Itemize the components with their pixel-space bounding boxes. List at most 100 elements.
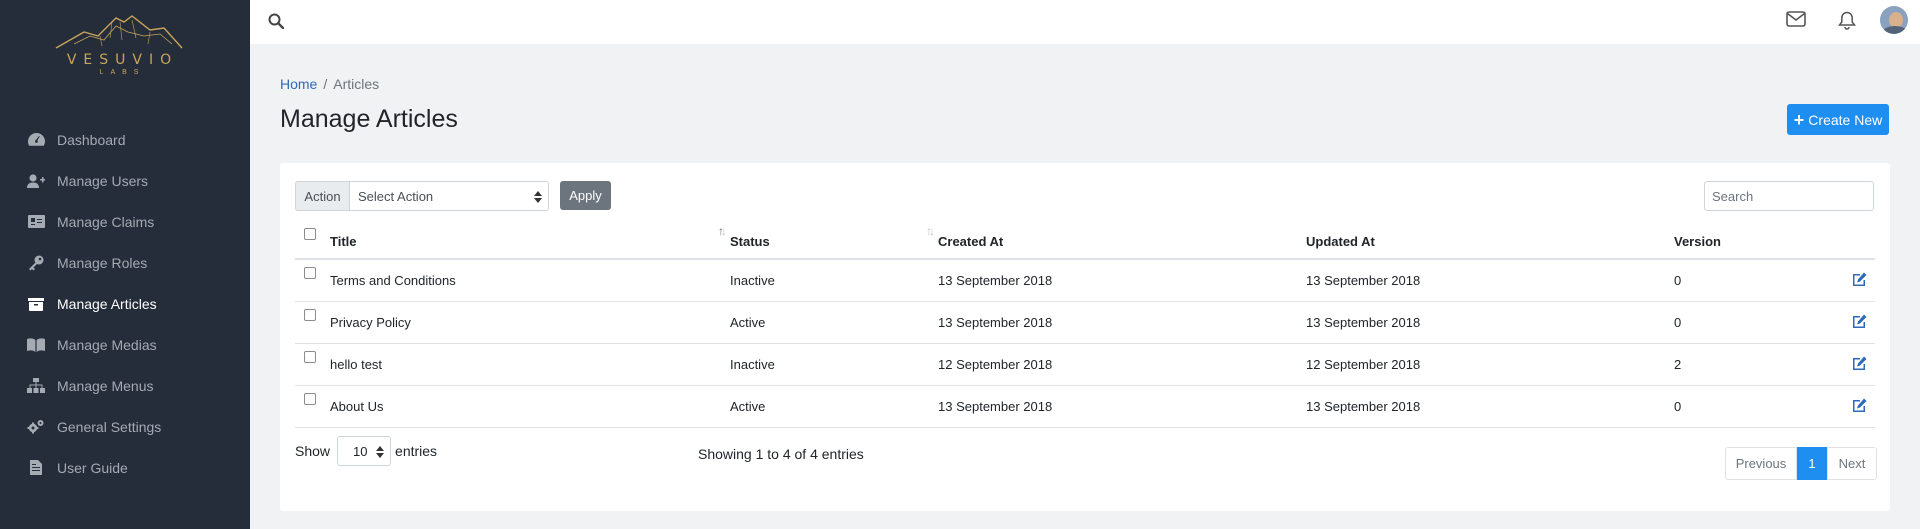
sidebar-item-label: General Settings — [57, 418, 162, 435]
cell-version: 2 — [1674, 343, 1834, 386]
sidebar-item-claims[interactable]: Manage Claims — [0, 201, 250, 242]
edit-icon[interactable] — [1852, 398, 1867, 415]
entries-label: entries — [395, 443, 438, 459]
action-label: Action — [295, 181, 349, 211]
sidebar-item-label: Manage Medias — [57, 336, 157, 353]
cell-version: 0 — [1674, 259, 1834, 302]
articles-table: Title ↑↓ Status ↑↓ Created At Updated At V… — [295, 217, 1875, 428]
action-select[interactable]: Select Action — [349, 181, 549, 211]
sidebar-item-label: Manage Claims — [57, 213, 155, 230]
create-new-button[interactable]: + Create New — [1787, 104, 1889, 135]
user-plus-icon — [27, 173, 45, 189]
sidebar-item-guide[interactable]: User Guide — [0, 447, 250, 488]
row-checkbox[interactable] — [304, 392, 316, 405]
sidebar-item-label: Dashboard — [57, 131, 126, 148]
select-arrows-icon — [534, 191, 542, 203]
table-row: Privacy Policy Active 13 September 2018 … — [295, 301, 1875, 344]
row-checkbox[interactable] — [304, 266, 316, 279]
bulk-action-group: Action Select Action — [295, 181, 549, 211]
page-length-control: Show 10 entries — [295, 436, 437, 466]
cell-version: 0 — [1674, 301, 1834, 344]
column-header-version[interactable]: Version — [1674, 217, 1834, 260]
sidebar-item-dashboard[interactable]: Dashboard — [0, 119, 250, 160]
cell-updated: 12 September 2018 — [1306, 343, 1674, 386]
row-checkbox[interactable] — [304, 308, 316, 321]
breadcrumb-separator: / — [323, 76, 328, 92]
sidebar-item-articles[interactable]: Manage Articles — [0, 283, 250, 324]
sidebar-item-users[interactable]: Manage Users — [0, 160, 250, 201]
breadcrumb-current: Articles — [333, 76, 380, 92]
select-all-header — [295, 217, 330, 260]
sidebar-nav: Dashboard Manage Users Manage Claims Man… — [0, 119, 250, 488]
column-header-actions — [1834, 217, 1875, 260]
pagination-next[interactable]: Next — [1827, 447, 1877, 480]
action-select-value: Select Action — [358, 188, 434, 204]
breadcrumb: Home / Articles — [280, 76, 379, 92]
edit-icon[interactable] — [1852, 272, 1867, 289]
sidebar-item-roles[interactable]: Manage Roles — [0, 242, 250, 283]
column-header-status[interactable]: Status ↑↓ — [730, 217, 938, 260]
cogs-icon — [27, 419, 45, 435]
table-info: Showing 1 to 4 of 4 entries — [698, 446, 864, 462]
cell-updated: 13 September 2018 — [1306, 301, 1674, 344]
key-icon — [27, 255, 45, 271]
page-length-value: 10 — [353, 443, 368, 459]
column-header-title[interactable]: Title ↑↓ — [330, 217, 730, 260]
cell-title: Terms and Conditions — [330, 259, 730, 302]
sidebar-item-settings[interactable]: General Settings — [0, 406, 250, 447]
page-title: Manage Articles — [280, 105, 458, 133]
cell-updated: 13 September 2018 — [1306, 259, 1674, 302]
cell-created: 12 September 2018 — [938, 343, 1306, 386]
search-input[interactable] — [1704, 181, 1874, 211]
book-icon — [27, 337, 45, 353]
table-row: hello test Inactive 12 September 2018 12… — [295, 343, 1875, 386]
sort-asc-icon: ↑↓ — [718, 224, 727, 238]
edit-icon[interactable] — [1852, 356, 1867, 373]
table-header-row: Title ↑↓ Status ↑↓ Created At Updated At V… — [295, 217, 1875, 260]
sidebar-item-menus[interactable]: Manage Menus — [0, 365, 250, 406]
cell-status: Active — [730, 385, 938, 428]
edit-icon[interactable] — [1852, 314, 1867, 331]
sidebar-item-label: Manage Articles — [57, 295, 157, 312]
cell-created: 13 September 2018 — [938, 259, 1306, 302]
cell-status: Active — [730, 301, 938, 344]
archive-icon — [27, 296, 45, 312]
cell-updated: 13 September 2018 — [1306, 385, 1674, 428]
sidebar-item-label: Manage Users — [57, 172, 149, 189]
avatar[interactable] — [1880, 6, 1908, 34]
mail-icon[interactable] — [1786, 11, 1806, 30]
pagination-previous[interactable]: Previous — [1725, 447, 1797, 480]
sidebar-item-label: Manage Roles — [57, 254, 148, 271]
cell-version: 0 — [1674, 385, 1834, 428]
table-row: About Us Active 13 September 2018 13 Sep… — [295, 385, 1875, 428]
column-header-updated[interactable]: Updated At — [1306, 217, 1674, 260]
column-header-created[interactable]: Created At — [938, 217, 1306, 260]
select-all-checkbox[interactable] — [304, 228, 316, 240]
table-row: Terms and Conditions Inactive 13 Septemb… — [295, 259, 1875, 302]
plus-icon: + — [1793, 109, 1805, 130]
show-label: Show — [295, 443, 331, 459]
dashboard-icon — [27, 132, 45, 148]
articles-card: Action Select Action Apply Title↑↓ Statu… — [280, 163, 1890, 511]
sidebar-item-label: User Guide — [57, 459, 128, 476]
create-new-label: Create New — [1808, 111, 1883, 128]
sidebar: VESUVIO LABS Dashboard Manage Users Mana… — [0, 0, 250, 529]
pagination-page-1[interactable]: 1 — [1797, 447, 1827, 480]
brand-sub: LABS — [99, 69, 146, 76]
cell-status: Inactive — [730, 343, 938, 386]
page-length-select[interactable]: 10 — [337, 436, 392, 466]
search-icon[interactable] — [268, 13, 285, 32]
id-card-icon — [27, 214, 45, 230]
row-checkbox[interactable] — [304, 350, 316, 363]
sitemap-icon — [27, 378, 45, 394]
cell-title: hello test — [330, 343, 730, 386]
select-arrows-icon — [376, 446, 385, 458]
brand-logo[interactable]: VESUVIO LABS — [46, 14, 192, 84]
apply-button[interactable]: Apply — [560, 181, 611, 210]
sidebar-item-medias[interactable]: Manage Medias — [0, 324, 250, 365]
breadcrumb-home[interactable]: Home — [280, 76, 317, 92]
topbar — [250, 0, 1920, 44]
sort-icon: ↑↓ — [926, 224, 935, 238]
bell-icon[interactable] — [1837, 11, 1857, 33]
cell-title: About Us — [330, 385, 730, 428]
